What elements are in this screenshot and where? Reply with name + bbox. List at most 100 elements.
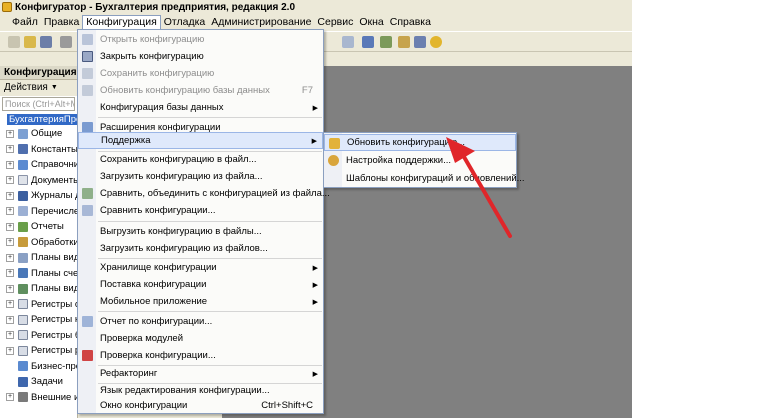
tree-item-constants[interactable]: + Константы: [0, 142, 78, 158]
menu-item-save-config[interactable]: Сохранить конфигурацию: [78, 65, 323, 82]
undo-icon[interactable]: [342, 36, 354, 48]
open-icon[interactable]: [24, 36, 36, 48]
tree-item-label: Документы: [31, 174, 80, 186]
submenu-arrow-icon: ▶: [311, 137, 317, 145]
menu-item-update-db[interactable]: Обновить конфигурацию базы данных F7: [78, 82, 323, 99]
menu-item-report[interactable]: Отчет по конфигурации...: [78, 313, 323, 330]
menu-item-check-config[interactable]: Проверка конфигурации...: [78, 347, 323, 364]
tree-item-label: Отчеты: [31, 221, 64, 233]
menu-item-config-window[interactable]: Окно конфигурации Ctrl+Shift+C: [78, 397, 323, 414]
expand-icon[interactable]: +: [6, 238, 14, 247]
register-icon: [18, 299, 28, 310]
expand-icon[interactable]: +: [6, 160, 14, 169]
tree-item-calculation-registers[interactable]: + Регистры ра: [0, 343, 85, 359]
menu-edit[interactable]: Правка: [41, 15, 82, 30]
menu-item-refactoring[interactable]: Рефакторинг ▶: [78, 365, 323, 382]
menu-item-load-from-files[interactable]: Загрузить конфигурацию из файлов...: [78, 240, 323, 257]
replace-icon[interactable]: [380, 36, 392, 48]
expand-icon[interactable]: +: [6, 145, 14, 154]
tree-item-label: Общие: [31, 128, 63, 140]
menu-item-load-from-file[interactable]: Загрузить конфигурацию из файла...: [78, 168, 323, 185]
submenu-item-templates[interactable]: Шаблоны конфигураций и обновлений...: [324, 170, 525, 187]
menu-item-compare[interactable]: Сравнить конфигурации...: [78, 202, 323, 219]
syntax-icon[interactable]: [414, 36, 426, 48]
tree-item-journals[interactable]: + Журналы до: [0, 188, 86, 204]
tree-item-catalogs[interactable]: + Справочник: [0, 157, 83, 173]
calculation-types-icon: [18, 283, 28, 294]
menu-help[interactable]: Справка: [387, 15, 434, 30]
expand-icon[interactable]: +: [6, 393, 14, 402]
submenu-item-update-config[interactable]: Обновить конфигурацию...: [324, 134, 516, 151]
tree-item-processors[interactable]: + Обработки: [0, 235, 79, 251]
tree-item-tasks[interactable]: Задачи: [0, 374, 77, 390]
tree-item-external-sources[interactable]: + Внешние ис: [0, 390, 84, 406]
tree-item-calculation-types[interactable]: + Планы видо: [0, 281, 85, 297]
tree-root[interactable]: БухгалтерияПре: [0, 113, 84, 126]
tree-item-enums[interactable]: + Перечислен: [0, 204, 84, 220]
expand-icon[interactable]: +: [6, 269, 14, 278]
tree-item-reports[interactable]: + Отчеты: [0, 219, 77, 235]
menu-item-mobile[interactable]: Мобильное приложение ▶: [78, 293, 323, 310]
chart-of-characteristics-icon: [18, 252, 28, 263]
expand-icon[interactable]: +: [6, 284, 14, 293]
help-icon[interactable]: [398, 36, 410, 48]
tree-item-info-registers[interactable]: + Регистры св: [0, 297, 85, 313]
menu-item-db-config[interactable]: Конфигурация базы данных ▶: [78, 99, 323, 116]
expand-icon[interactable]: +: [6, 222, 14, 231]
expand-icon[interactable]: +: [6, 315, 14, 324]
save-icon[interactable]: [40, 36, 52, 48]
catalog-icon: [18, 159, 28, 170]
register-icon: [18, 314, 28, 325]
tree-item-characteristic-types[interactable]: + Планы видо: [0, 250, 85, 266]
tree-item-business-processes[interactable]: Бизнес-проц: [0, 359, 87, 375]
submenu-item-support-settings[interactable]: Настройка поддержки...: [324, 152, 516, 169]
update-config-icon: [329, 138, 340, 149]
menu-item-support[interactable]: Поддержка ▶: [78, 132, 323, 149]
menu-item-check-modules[interactable]: Проверка модулей: [78, 330, 323, 347]
window-title: Конфигуратор - Бухгалтерия предприятия, …: [15, 1, 296, 13]
menu-service[interactable]: Сервис: [314, 15, 356, 30]
configuration-menu: Открыть конфигурацию Закрыть конфигураци…: [77, 29, 330, 414]
close-config-icon: [82, 51, 93, 62]
report-icon: [82, 316, 93, 327]
menu-windows[interactable]: Окна: [356, 15, 386, 30]
submenu-arrow-icon: ▶: [312, 104, 318, 112]
configuration-tree-panel: Конфигурация Действия ▼ Поиск (Ctrl+Alt+…: [0, 66, 87, 418]
expand-icon[interactable]: +: [6, 129, 14, 138]
tree-item-charts-of-accounts[interactable]: + Планы счет: [0, 266, 82, 282]
actions-button[interactable]: Действия: [4, 80, 48, 96]
menu-debug[interactable]: Отладка: [161, 15, 209, 30]
menu-item-close-config[interactable]: Закрыть конфигурацию: [78, 48, 323, 65]
actions-bar: Действия ▼: [0, 80, 77, 96]
menu-item-storage[interactable]: Хранилище конфигурации ▶: [78, 259, 323, 276]
tree-item-accumulation-registers[interactable]: + Регистры на: [0, 312, 85, 328]
menu-configuration[interactable]: Конфигурация: [82, 15, 161, 30]
info-icon[interactable]: [430, 36, 442, 48]
cut-icon[interactable]: [60, 36, 72, 48]
menu-item-delivery[interactable]: Поставка конфигурации ▶: [78, 276, 323, 293]
menu-item-compare-merge[interactable]: Сравнить, объединить с конфигурацией из …: [78, 185, 330, 202]
menu-item-dump-to-files[interactable]: Выгрузить конфигурацию в файлы...: [78, 223, 323, 240]
tree-item-documents[interactable]: + Документы: [0, 173, 80, 189]
menu-file[interactable]: Файл: [0, 15, 41, 30]
expand-icon[interactable]: +: [6, 253, 14, 262]
chevron-down-icon[interactable]: ▼: [51, 80, 58, 96]
submenu-arrow-icon: ▶: [312, 298, 318, 306]
menu-administration[interactable]: Администрирование: [208, 15, 314, 30]
report-icon: [18, 221, 28, 232]
expand-icon[interactable]: +: [6, 191, 14, 200]
search-input[interactable]: Поиск (Ctrl+Alt+M): [2, 97, 75, 111]
expand-icon[interactable]: +: [6, 331, 14, 340]
expand-icon[interactable]: +: [6, 346, 14, 355]
menu-item-open-config[interactable]: Открыть конфигурацию: [78, 31, 323, 48]
expand-icon[interactable]: +: [6, 300, 14, 309]
tree-item-accounting-registers[interactable]: + Регистры бу: [0, 328, 85, 344]
new-icon[interactable]: [8, 36, 20, 48]
submenu-arrow-icon: ▶: [312, 281, 318, 289]
expand-icon[interactable]: +: [6, 176, 14, 185]
menu-item-save-to-file[interactable]: Сохранить конфигурацию в файл...: [78, 151, 323, 168]
app-icon: [2, 2, 12, 12]
expand-icon[interactable]: +: [6, 207, 14, 216]
find-icon[interactable]: [362, 36, 374, 48]
tree-item-common[interactable]: + Общие: [0, 126, 77, 142]
